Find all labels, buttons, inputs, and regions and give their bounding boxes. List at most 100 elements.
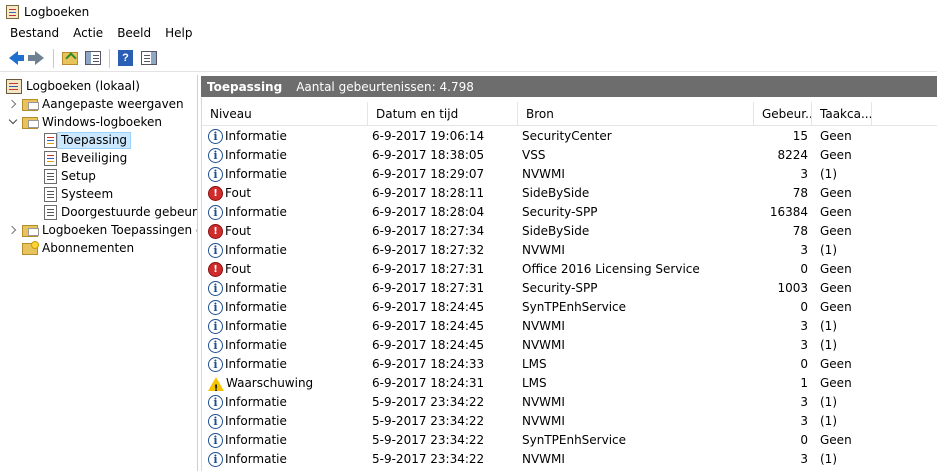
expand-chevron-icon[interactable] [8,99,18,109]
cell-level: i Informatie [208,393,368,412]
level-text: Informatie [225,414,287,428]
table-row[interactable]: ! Fout 6-9-2017 18:28:11 SideBySide 78 Geen [202,184,937,203]
tree-item-label: Toepassing [57,131,132,149]
table-row[interactable]: i Informatie 6-9-2017 18:27:32 NVWMI 3 (1) [202,241,937,260]
tree-item-custom-views[interactable]: Aangepaste weergaven [8,95,184,113]
tree-item-setup[interactable]: Setup [44,167,96,185]
level-text: Informatie [225,319,287,333]
tree-item-label: Abonnementen [42,241,135,255]
information-icon: i [208,281,223,296]
back-arrow-icon [9,51,24,65]
back-button[interactable] [3,48,24,69]
table-row[interactable]: i Informatie 6-9-2017 18:24:45 SynTPEnhServ… [202,298,937,317]
show-hide-tree-button[interactable] [82,48,103,69]
cell-level: ! Fout [208,184,368,203]
tree-item-security[interactable]: Beveiliging [44,149,127,167]
warning-mark: ! [214,383,219,394]
menu-bestand[interactable]: Bestand [3,23,66,44]
cell-task-category: Geen [820,148,852,162]
cell-task-category: (1) [820,243,837,257]
tree-item-label: Setup [61,169,96,183]
event-log-icon [6,78,22,94]
column-header-date[interactable]: Datum en tijd [368,102,518,126]
collapse-chevron-icon[interactable] [8,117,18,127]
folder-icon [22,99,39,111]
tree-item-subscriptions[interactable]: Abonnementen [22,239,134,257]
cell-task-category: Geen [820,357,852,371]
cell-date: 5-9-2017 23:34:22 [372,395,485,409]
cell-event-id: 78 [792,224,808,238]
table-row[interactable]: i Informatie 6-9-2017 19:06:14 SecurityCent… [202,127,937,146]
toolbar-separator [53,48,54,68]
forward-arrow-icon [28,51,44,65]
cell-source: SynTPEnhService [522,300,627,314]
table-row[interactable]: ! Fout 6-9-2017 18:27:34 SideBySide 78 Geen [202,222,937,241]
tree-item-root[interactable]: Logboeken (lokaal) [6,77,140,95]
cell-level: i Informatie [208,165,368,184]
column-header-level[interactable]: Niveau [202,102,368,126]
up-one-level-button[interactable] [59,48,80,69]
cell-source: Security-SPP [522,205,598,219]
table-row[interactable]: i Informatie 6-9-2017 18:38:05 VSS 8224 Geen [202,146,937,165]
cell-source: SideBySide [522,186,590,200]
up-folder-icon [61,51,78,65]
cell-task-category: Geen [820,376,852,390]
tree-item-windows-logs[interactable]: Windows-logboeken [8,113,162,131]
toolbar: ? [0,45,937,72]
level-text: Fout [225,186,252,200]
table-row[interactable]: i Informatie 6-9-2017 18:27:31 Security-SPP… [202,279,937,298]
column-header-task-category[interactable]: Taakca... [812,102,872,126]
error-icon: ! [208,186,223,201]
table-row[interactable]: i Informatie 6-9-2017 18:29:07 NVWMI 3 (1) [202,165,937,184]
menu-actie[interactable]: Actie [66,23,110,44]
cell-event-id: 3 [800,395,808,409]
table-row[interactable]: i Informatie 6-9-2017 18:24:45 NVWMI 3 (1) [202,317,937,336]
cell-date: 5-9-2017 23:34:22 [372,414,485,428]
cell-event-id: 8224 [777,148,808,162]
forward-button[interactable] [26,48,47,69]
help-button[interactable]: ? [115,48,136,69]
menu-beeld[interactable]: Beeld [110,23,158,44]
tree-item-application[interactable]: Toepassing [44,131,132,149]
cell-event-id: 78 [792,186,808,200]
cell-level: i Informatie [208,431,368,450]
tree-item-label: Aangepaste weergaven [42,97,184,111]
table-row[interactable]: i Informatie 6-9-2017 18:24:33 LMS 0 Geen [202,355,937,374]
cell-level: i Informatie [208,336,368,355]
tree-item-label: Doorgestuurde gebeurtenissen [61,205,198,219]
table-row[interactable]: i Informatie 5-9-2017 23:34:22 NVWMI 3 (1) [202,412,937,431]
information-icon: i [208,338,223,353]
table-row[interactable]: ! Waarschuwing 6-9-2017 18:24:31 LMS 1 Geen [202,374,937,393]
pane-title: Toepassing [207,79,283,94]
level-text: Informatie [225,433,287,447]
cell-source: LMS [522,357,547,371]
column-header-source[interactable]: Bron [518,102,754,126]
log-file-icon [44,150,57,166]
tree-item-system[interactable]: Systeem [44,185,113,203]
cell-task-category: Geen [820,433,852,447]
level-text: Fout [225,224,252,238]
table-row[interactable]: i Informatie 6-9-2017 18:24:45 NVWMI 3 (1) [202,336,937,355]
tree-item-forwarded-events[interactable]: Doorgestuurde gebeurtenissen [44,203,198,221]
cell-source: SecurityCenter [522,129,612,143]
table-row[interactable]: i Informatie 5-9-2017 23:34:22 NVWMI 3 (1) [202,450,937,469]
level-text: Informatie [225,167,287,181]
menu-help[interactable]: Help [158,23,199,44]
table-row[interactable]: i Informatie 6-9-2017 18:28:04 Security-SPP… [202,203,937,222]
table-row[interactable]: i Informatie 5-9-2017 23:34:22 NVWMI 3 (1) [202,393,937,412]
cell-task-category: Geen [820,281,852,295]
column-header-event-id[interactable]: Gebeur... [754,102,812,126]
cell-event-id: 0 [800,300,808,314]
cell-date: 6-9-2017 18:27:34 [372,224,485,238]
log-file-icon [44,132,57,148]
log-file-icon [44,204,57,220]
show-hide-action-pane-button[interactable] [138,48,159,69]
expand-chevron-icon[interactable] [8,225,18,235]
tree-item-label: Beveiliging [61,151,128,165]
tree-item-label: Logboeken (lokaal) [26,79,140,93]
tree-item-apps-services[interactable]: Logboeken Toepassingen en services [8,221,197,239]
table-row[interactable]: i Informatie 5-9-2017 23:34:22 SynTPEnhServ… [202,431,937,450]
cell-date: 6-9-2017 18:24:45 [372,319,485,333]
cell-level: i Informatie [208,317,368,336]
table-row[interactable]: ! Fout 6-9-2017 18:27:31 Office 2016 Licens… [202,260,937,279]
